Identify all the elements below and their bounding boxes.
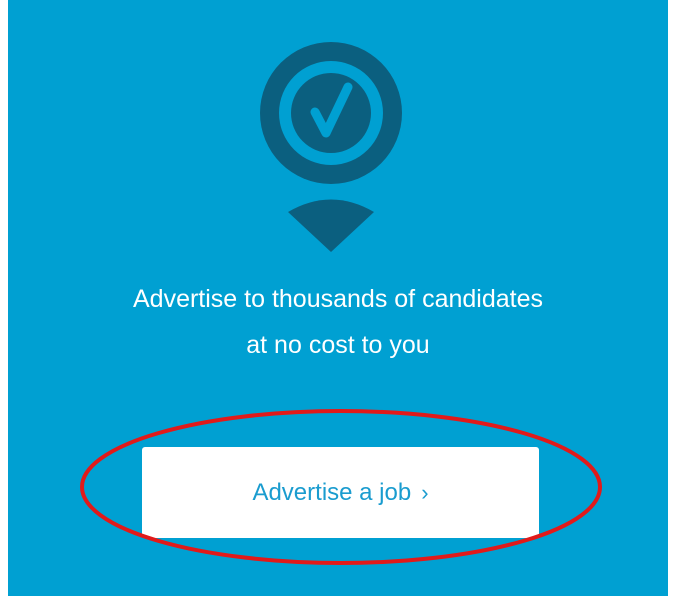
advertise-job-button[interactable]: Advertise a job › xyxy=(142,447,539,538)
headline-line-1: Advertise to thousands of candidates xyxy=(133,285,543,313)
location-pin-checkmark-icon xyxy=(260,42,402,252)
chevron-right-icon: › xyxy=(421,479,429,505)
advertise-job-label: Advertise a job xyxy=(252,478,412,506)
headline-text: Advertise to thousands of candidates at … xyxy=(0,276,676,368)
headline-line-2: at no cost to you xyxy=(246,331,430,359)
